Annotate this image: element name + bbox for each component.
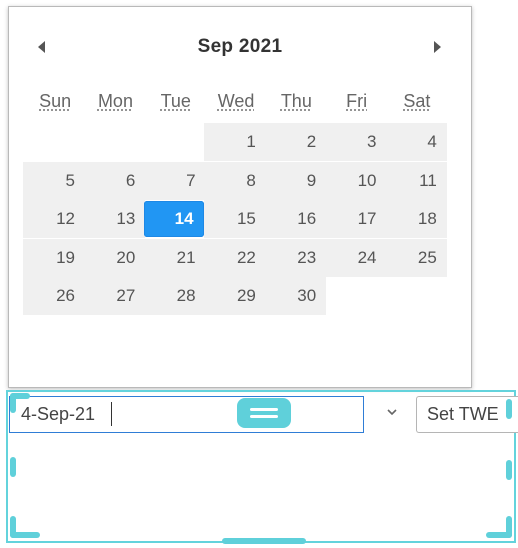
day-cell[interactable]: 8	[203, 161, 266, 200]
day-cell[interactable]: 17	[324, 200, 387, 238]
day-cell[interactable]: 13	[83, 200, 146, 238]
day-cell[interactable]: 11	[384, 161, 447, 200]
drag-handle-bar	[250, 408, 278, 411]
date-picker-popup: Sep 2021 Sun Mon Tue Wed Thu Fri Sat 123…	[8, 6, 472, 388]
chevron-down-icon[interactable]	[384, 404, 400, 420]
day-cell[interactable]: 27	[83, 277, 146, 315]
day-cell[interactable]: 10	[324, 161, 387, 200]
weekday-header-row: Sun Mon Tue Wed Thu Fri Sat	[25, 91, 447, 112]
drag-handle-icon[interactable]	[237, 398, 291, 428]
day-cell[interactable]: 18	[384, 200, 447, 238]
calendar-week-row: 5 6 7 8 9 10 11	[23, 161, 457, 200]
day-cell[interactable]: 21	[143, 238, 206, 277]
day-cell[interactable]: 26	[23, 277, 85, 315]
day-cell[interactable]: 24	[324, 238, 387, 277]
set-twe-button[interactable]: Set TWE	[416, 396, 518, 433]
selected-day-cell[interactable]: 14	[143, 201, 204, 237]
resize-handle-middle-left[interactable]	[10, 457, 16, 477]
resize-handle-bottom-middle[interactable]	[222, 538, 306, 544]
day-cell[interactable]: 23	[264, 238, 327, 277]
weekday-wed: Wed	[217, 91, 255, 111]
day-cell[interactable]: 7	[143, 161, 206, 200]
day-cell[interactable]: 25	[384, 238, 447, 277]
day-cell[interactable]: 12	[23, 200, 85, 238]
weekday-sat: Sat	[403, 91, 431, 111]
day-cell[interactable]: 1	[203, 123, 266, 161]
day-cell[interactable]: 6	[83, 161, 146, 200]
date-input[interactable]	[9, 396, 364, 433]
day-cell[interactable]: 3	[324, 123, 387, 161]
calendar-week-row: 1234	[23, 123, 457, 161]
day-cell[interactable]: 28	[143, 277, 206, 315]
day-cell[interactable]: 20	[83, 238, 146, 277]
resize-handle-bottom-left[interactable]	[10, 532, 40, 538]
stage: Sep 2021 Sun Mon Tue Wed Thu Fri Sat 123…	[0, 0, 518, 548]
day-cell[interactable]: 29	[203, 277, 266, 315]
day-cell[interactable]: 19	[23, 238, 85, 277]
calendar-week-row: 12 13 14 15 16 17 18	[23, 200, 457, 238]
day-cell[interactable]: 4	[384, 123, 447, 161]
weekday-tue: Tue	[160, 91, 191, 111]
resize-handle-top-left[interactable]	[10, 393, 30, 399]
calendar-header: Sep 2021	[9, 33, 471, 63]
drag-handle-bar	[250, 415, 278, 418]
day-cell[interactable]: 30	[264, 277, 327, 315]
day-cell[interactable]: 5	[23, 161, 85, 200]
day-cell[interactable]: 2	[264, 123, 327, 161]
next-month-icon[interactable]	[434, 41, 441, 53]
day-cell[interactable]: 22	[203, 238, 266, 277]
weekday-sun: Sun	[39, 91, 72, 111]
weekday-mon: Mon	[97, 91, 133, 111]
month-title: Sep 2021	[197, 36, 283, 57]
weekday-thu: Thu	[280, 91, 312, 111]
day-cell[interactable]: 16	[264, 200, 327, 238]
resize-handle-middle-right[interactable]	[506, 460, 512, 480]
calendar-week-row: 19 20 21 22 23 24 25	[23, 238, 457, 277]
day-cell[interactable]: 15	[203, 200, 266, 238]
resize-handle-bottom-right[interactable]	[486, 532, 512, 538]
weekday-fri: Fri	[346, 91, 368, 111]
text-caret	[111, 402, 112, 426]
day-cell[interactable]: 9	[264, 161, 327, 200]
resize-handle-top-right[interactable]	[506, 399, 512, 419]
calendar-week-row: 26 27 28 29 30	[23, 277, 457, 315]
